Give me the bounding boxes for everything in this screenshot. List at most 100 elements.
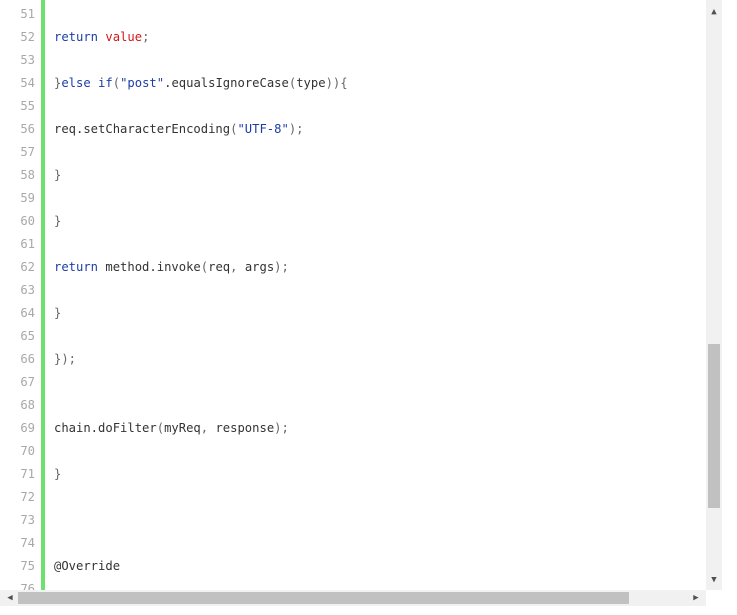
code-text: } [54,210,61,233]
line-number: 53 [20,53,35,67]
code-line[interactable]: 52 return value; [0,26,706,49]
code-token: } [54,467,62,481]
line-number: 74 [20,536,35,550]
scroll-up-arrow-icon[interactable]: ▲ [706,4,722,20]
line-number: 55 [20,99,35,113]
code-token: return [54,30,99,44]
code-token: value [105,30,143,44]
code-line[interactable]: 61 [0,233,706,256]
code-line[interactable]: 54}else if("post".equalsIgnoreCase(type)… [0,72,706,95]
code-token: , [200,421,216,435]
line-number: 71 [20,467,35,481]
line-number: 70 [20,444,35,458]
line-number: 66 [20,352,35,366]
code-line[interactable]: 67 [0,371,706,394]
scrollbar-corner [706,590,722,606]
code-token: "post" [120,76,165,90]
code-line[interactable]: 57 [0,141,706,164]
code-token: ( [156,421,165,435]
code-token: "UTF-8" [237,122,289,136]
code-text: chain.doFilter(myReq, response); [54,417,289,440]
code-line[interactable]: 62 return method.invoke(req, args); [0,256,706,279]
code-line[interactable]: 71} [0,463,706,486]
code-line[interactable]: 64} [0,302,706,325]
code-line[interactable]: 70 [0,440,706,463]
line-number: 52 [20,30,35,44]
code-token: chain.doFilter [54,421,157,435]
code-text: return method.invoke(req, args); [54,256,289,279]
code-token: req [208,260,231,274]
scroll-left-arrow-icon[interactable]: ◀ [2,590,18,606]
code-line[interactable]: 65 [0,325,706,348]
code-token: ); [274,421,289,435]
code-text: } [54,463,61,486]
code-token: myReq [164,421,201,435]
code-token: return [54,260,99,274]
line-number: 51 [20,7,35,21]
vertical-scrollbar[interactable]: ▲ ▼ [706,0,722,590]
line-number: 72 [20,490,35,504]
line-number: 76 [20,582,35,590]
code-line[interactable]: 75 @Override [0,555,706,578]
code-text: } [54,302,61,325]
code-line[interactable]: 73 [0,509,706,532]
code-token: args [244,260,275,274]
code-token: )){ [325,76,348,90]
code-token: ; [142,30,150,44]
code-token: ); [288,122,304,136]
line-number: 60 [20,214,35,228]
code-line[interactable]: 66}); [0,348,706,371]
code-token: @Override [54,559,121,573]
code-line[interactable]: 56 req.setCharacterEncoding("UTF-8"); [0,118,706,141]
line-number: 73 [20,513,35,527]
code-token: } [54,168,62,182]
code-token: else [61,76,91,90]
code-text: } [54,164,61,187]
code-line[interactable]: 74 [0,532,706,555]
code-token: } [54,214,62,228]
code-text: req.setCharacterEncoding("UTF-8"); [54,118,304,141]
code-text: }else if("post".equalsIgnoreCase(type)){ [54,72,348,95]
code-line[interactable]: 72 [0,486,706,509]
code-line[interactable]: 63 [0,279,706,302]
horizontal-scroll-thumb[interactable] [18,592,629,604]
scroll-right-arrow-icon[interactable]: ▶ [688,590,704,606]
line-number: 75 [20,559,35,573]
line-number: 62 [20,260,35,274]
line-number: 68 [20,398,35,412]
code-token: ( [200,260,209,274]
code-line[interactable]: 58} [0,164,706,187]
code-token: if [98,76,113,90]
code-line[interactable]: 76 [0,578,706,590]
code-token: ); [274,260,289,274]
code-line[interactable]: 60} [0,210,706,233]
code-line[interactable]: 53 [0,49,706,72]
line-number: 69 [20,421,35,435]
code-editor[interactable]: 51 52 return value; 53 54}else if("post".equ… [0,0,706,590]
code-token: } [54,306,62,320]
line-number: 65 [20,329,35,343]
code-text: return value; [54,26,149,49]
line-number: 59 [20,191,35,205]
code-token: .equalsIgnoreCase [164,76,289,90]
horizontal-scrollbar[interactable]: ◀ ▶ [0,590,706,606]
code-line[interactable]: 69 chain.doFilter(myReq, response); [0,417,706,440]
code-token: response [215,421,275,435]
code-line[interactable]: 55 [0,95,706,118]
code-token: ( [112,76,121,90]
line-number: 54 [20,76,35,90]
code-token: method.invoke [98,260,201,274]
code-token: req.setCharacterEncoding [54,122,231,136]
code-line[interactable]: 68 [0,394,706,417]
code-line[interactable]: 59 [0,187,706,210]
scroll-down-arrow-icon[interactable]: ▼ [706,572,722,588]
code-text: }); [54,348,76,371]
vertical-scroll-thumb[interactable] [708,344,720,508]
line-number: 56 [20,122,35,136]
line-number: 63 [20,283,35,297]
line-number: 67 [20,375,35,389]
code-text: @Override [54,555,120,578]
code-line[interactable]: 51 [0,3,706,26]
line-number: 57 [20,145,35,159]
